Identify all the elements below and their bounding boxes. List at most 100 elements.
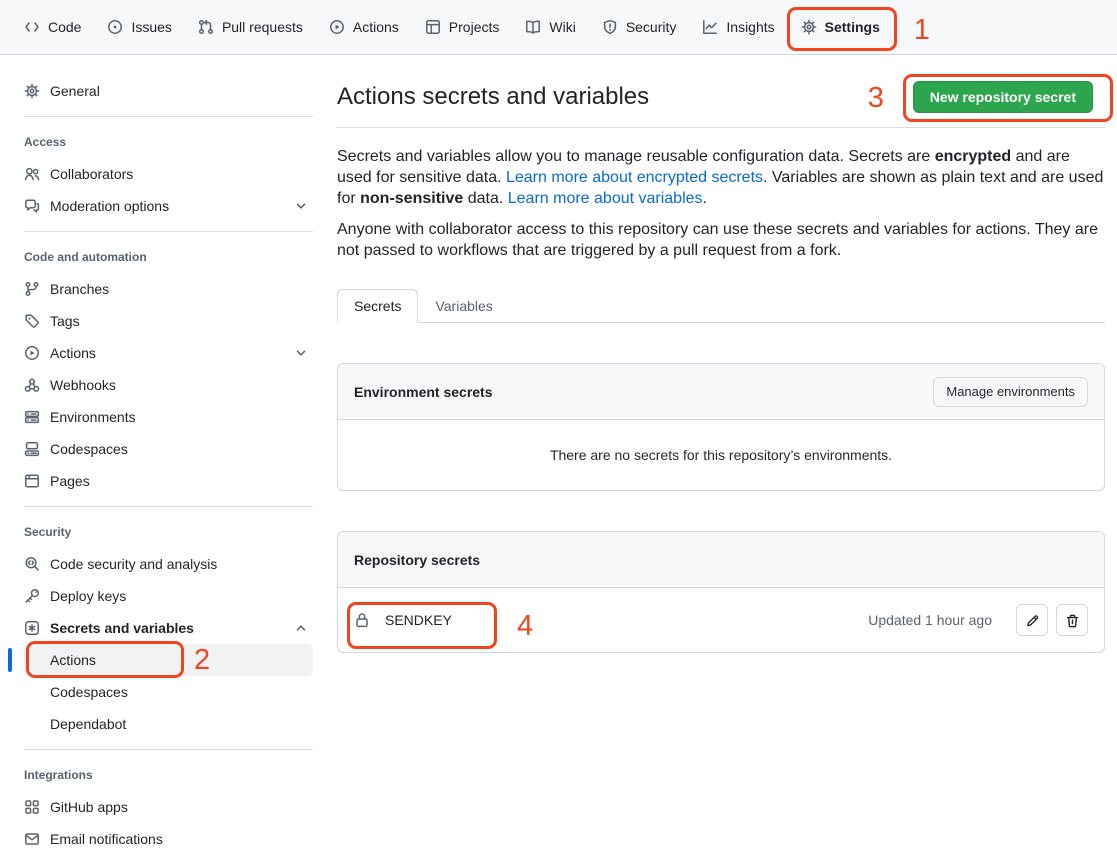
sidebar-item-branches[interactable]: Branches bbox=[24, 273, 313, 305]
page-title: Actions secrets and variables bbox=[337, 83, 649, 111]
browser-icon bbox=[24, 473, 40, 489]
secret-row: SENDKEY 4 Updated 1 hour ago bbox=[338, 588, 1104, 652]
gear-icon bbox=[24, 83, 40, 99]
sidebar-item-label: Codespaces bbox=[50, 441, 128, 457]
section-title-security: Security bbox=[0, 516, 337, 548]
sidebar-item-codespaces-sub[interactable]: Codespaces bbox=[24, 676, 313, 708]
annotation-number-1: 1 bbox=[914, 16, 930, 45]
secrets-variables-tabnav: Secrets Variables bbox=[337, 289, 1105, 323]
sidebar-item-environments[interactable]: Environments bbox=[24, 401, 313, 433]
tab-pull-requests[interactable]: Pull requests bbox=[198, 0, 303, 54]
sidebar-item-email-notifications[interactable]: Email notifications bbox=[24, 823, 313, 855]
github-settings-page: Code Issues Pull requests Actions Projects Wi… bbox=[0, 0, 1117, 867]
delete-secret-button[interactable] bbox=[1056, 604, 1088, 636]
tab-label: Issues bbox=[131, 19, 171, 35]
new-repository-secret-button[interactable]: New repository secret bbox=[913, 81, 1093, 113]
pencil-icon bbox=[1025, 613, 1040, 628]
sidebar-item-label: Environments bbox=[50, 409, 136, 425]
sidebar-item-dependabot-sub[interactable]: Dependabot bbox=[24, 708, 313, 740]
sidebar-item-label: Webhooks bbox=[50, 377, 116, 393]
sidebar-item-moderation-options[interactable]: Moderation options bbox=[24, 190, 313, 222]
sidebar-item-secrets-and-variables[interactable]: Secrets and variables bbox=[24, 612, 313, 644]
server-icon bbox=[24, 409, 40, 425]
play-circle-icon bbox=[24, 345, 40, 361]
tab-projects[interactable]: Projects bbox=[425, 0, 500, 54]
environment-secrets-header: Environment secrets Manage environments bbox=[338, 364, 1104, 420]
codespaces-icon bbox=[24, 441, 40, 457]
sidebar-divider bbox=[24, 116, 313, 117]
chevron-down-icon bbox=[293, 345, 309, 361]
tab-issues[interactable]: Issues bbox=[107, 0, 171, 54]
sidebar-item-label: Collaborators bbox=[50, 166, 133, 182]
page-head: Actions secrets and variables New reposi… bbox=[337, 81, 1105, 128]
sidebar-item-actions[interactable]: Actions bbox=[24, 337, 313, 369]
sidebar-item-label: Actions bbox=[50, 652, 96, 668]
apps-icon bbox=[24, 799, 40, 815]
tab-security[interactable]: Security bbox=[602, 0, 677, 54]
environment-secrets-empty-text: There are no secrets for this repository… bbox=[338, 420, 1104, 490]
tab-label: Code bbox=[48, 19, 81, 35]
sidebar-item-codespaces[interactable]: Codespaces bbox=[24, 433, 313, 465]
tab-insights[interactable]: Insights bbox=[702, 0, 774, 54]
sidebar-item-webhooks[interactable]: Webhooks bbox=[24, 369, 313, 401]
gear-icon bbox=[801, 19, 817, 35]
encrypted-secrets-link[interactable]: Learn more about encrypted secrets bbox=[506, 169, 763, 186]
section-title-code-and-automation: Code and automation bbox=[0, 241, 337, 273]
secret-name-cell: SENDKEY 4 bbox=[354, 612, 452, 628]
issue-opened-icon bbox=[107, 19, 123, 35]
mail-icon bbox=[24, 831, 40, 847]
sidebar-item-general[interactable]: General bbox=[24, 75, 313, 107]
collaborator-access-note: Anyone with collaborator access to this … bbox=[337, 219, 1105, 261]
emphasis-text: encrypted bbox=[935, 148, 1011, 165]
tab-variables[interactable]: Variables bbox=[418, 289, 509, 323]
tab-code[interactable]: Code bbox=[24, 0, 81, 54]
sidebar-item-deploy-keys[interactable]: Deploy keys bbox=[24, 580, 313, 612]
secret-updated-text: Updated 1 hour ago bbox=[868, 612, 992, 628]
tab-label: Actions bbox=[353, 19, 399, 35]
annotation-number-4: 4 bbox=[517, 612, 533, 641]
sidebar-item-label: Dependabot bbox=[50, 716, 126, 732]
trash-icon bbox=[1065, 613, 1080, 628]
git-pull-request-icon bbox=[198, 19, 214, 35]
sidebar-item-collaborators[interactable]: Collaborators bbox=[24, 158, 313, 190]
sidebar-item-tags[interactable]: Tags bbox=[24, 305, 313, 337]
tab-label: Projects bbox=[449, 19, 500, 35]
tab-label: Pull requests bbox=[222, 19, 303, 35]
section-title-integrations: Integrations bbox=[0, 759, 337, 791]
git-branch-icon bbox=[24, 281, 40, 297]
tab-actions[interactable]: Actions bbox=[329, 0, 399, 54]
sidebar-divider bbox=[24, 749, 313, 750]
tab-secrets[interactable]: Secrets bbox=[337, 289, 418, 323]
book-icon bbox=[525, 19, 541, 35]
tab-wiki[interactable]: Wiki bbox=[525, 0, 575, 54]
sidebar-item-github-apps[interactable]: GitHub apps bbox=[24, 791, 313, 823]
sidebar-item-label: General bbox=[50, 83, 100, 99]
comment-discussion-icon bbox=[24, 198, 40, 214]
repository-secrets-title: Repository secrets bbox=[354, 552, 480, 568]
sidebar-item-label: Actions bbox=[50, 345, 96, 361]
sidebar-item-label: Deploy keys bbox=[50, 588, 126, 604]
manage-environments-button[interactable]: Manage environments bbox=[933, 377, 1088, 407]
section-title-access: Access bbox=[0, 126, 337, 158]
sidebar-item-label: Codespaces bbox=[50, 684, 128, 700]
repository-secrets-header: Repository secrets bbox=[338, 532, 1104, 588]
tab-label: Security bbox=[626, 19, 677, 35]
sidebar-item-label: GitHub apps bbox=[50, 799, 128, 815]
settings-sidebar: General Access Collaborators Moderation opt… bbox=[0, 55, 337, 855]
codescan-icon bbox=[24, 556, 40, 572]
environment-secrets-box: Environment secrets Manage environments … bbox=[337, 363, 1105, 491]
secrets-description: Secrets and variables allow you to manag… bbox=[337, 146, 1105, 209]
lock-icon bbox=[354, 612, 370, 628]
tab-settings[interactable]: Settings1 bbox=[801, 0, 880, 54]
sidebar-item-actions-sub[interactable]: Actions 2 bbox=[24, 644, 313, 676]
edit-secret-button[interactable] bbox=[1016, 604, 1048, 636]
people-icon bbox=[24, 166, 40, 182]
sidebar-item-pages[interactable]: Pages bbox=[24, 465, 313, 497]
code-icon bbox=[24, 19, 40, 35]
sidebar-item-label: Secrets and variables bbox=[50, 620, 194, 636]
variables-link[interactable]: Learn more about variables bbox=[508, 190, 703, 207]
table-icon bbox=[425, 19, 441, 35]
annotation-number-2: 2 bbox=[194, 646, 210, 675]
sidebar-item-code-security-and-analysis[interactable]: Code security and analysis bbox=[24, 548, 313, 580]
sidebar-divider bbox=[24, 506, 313, 507]
